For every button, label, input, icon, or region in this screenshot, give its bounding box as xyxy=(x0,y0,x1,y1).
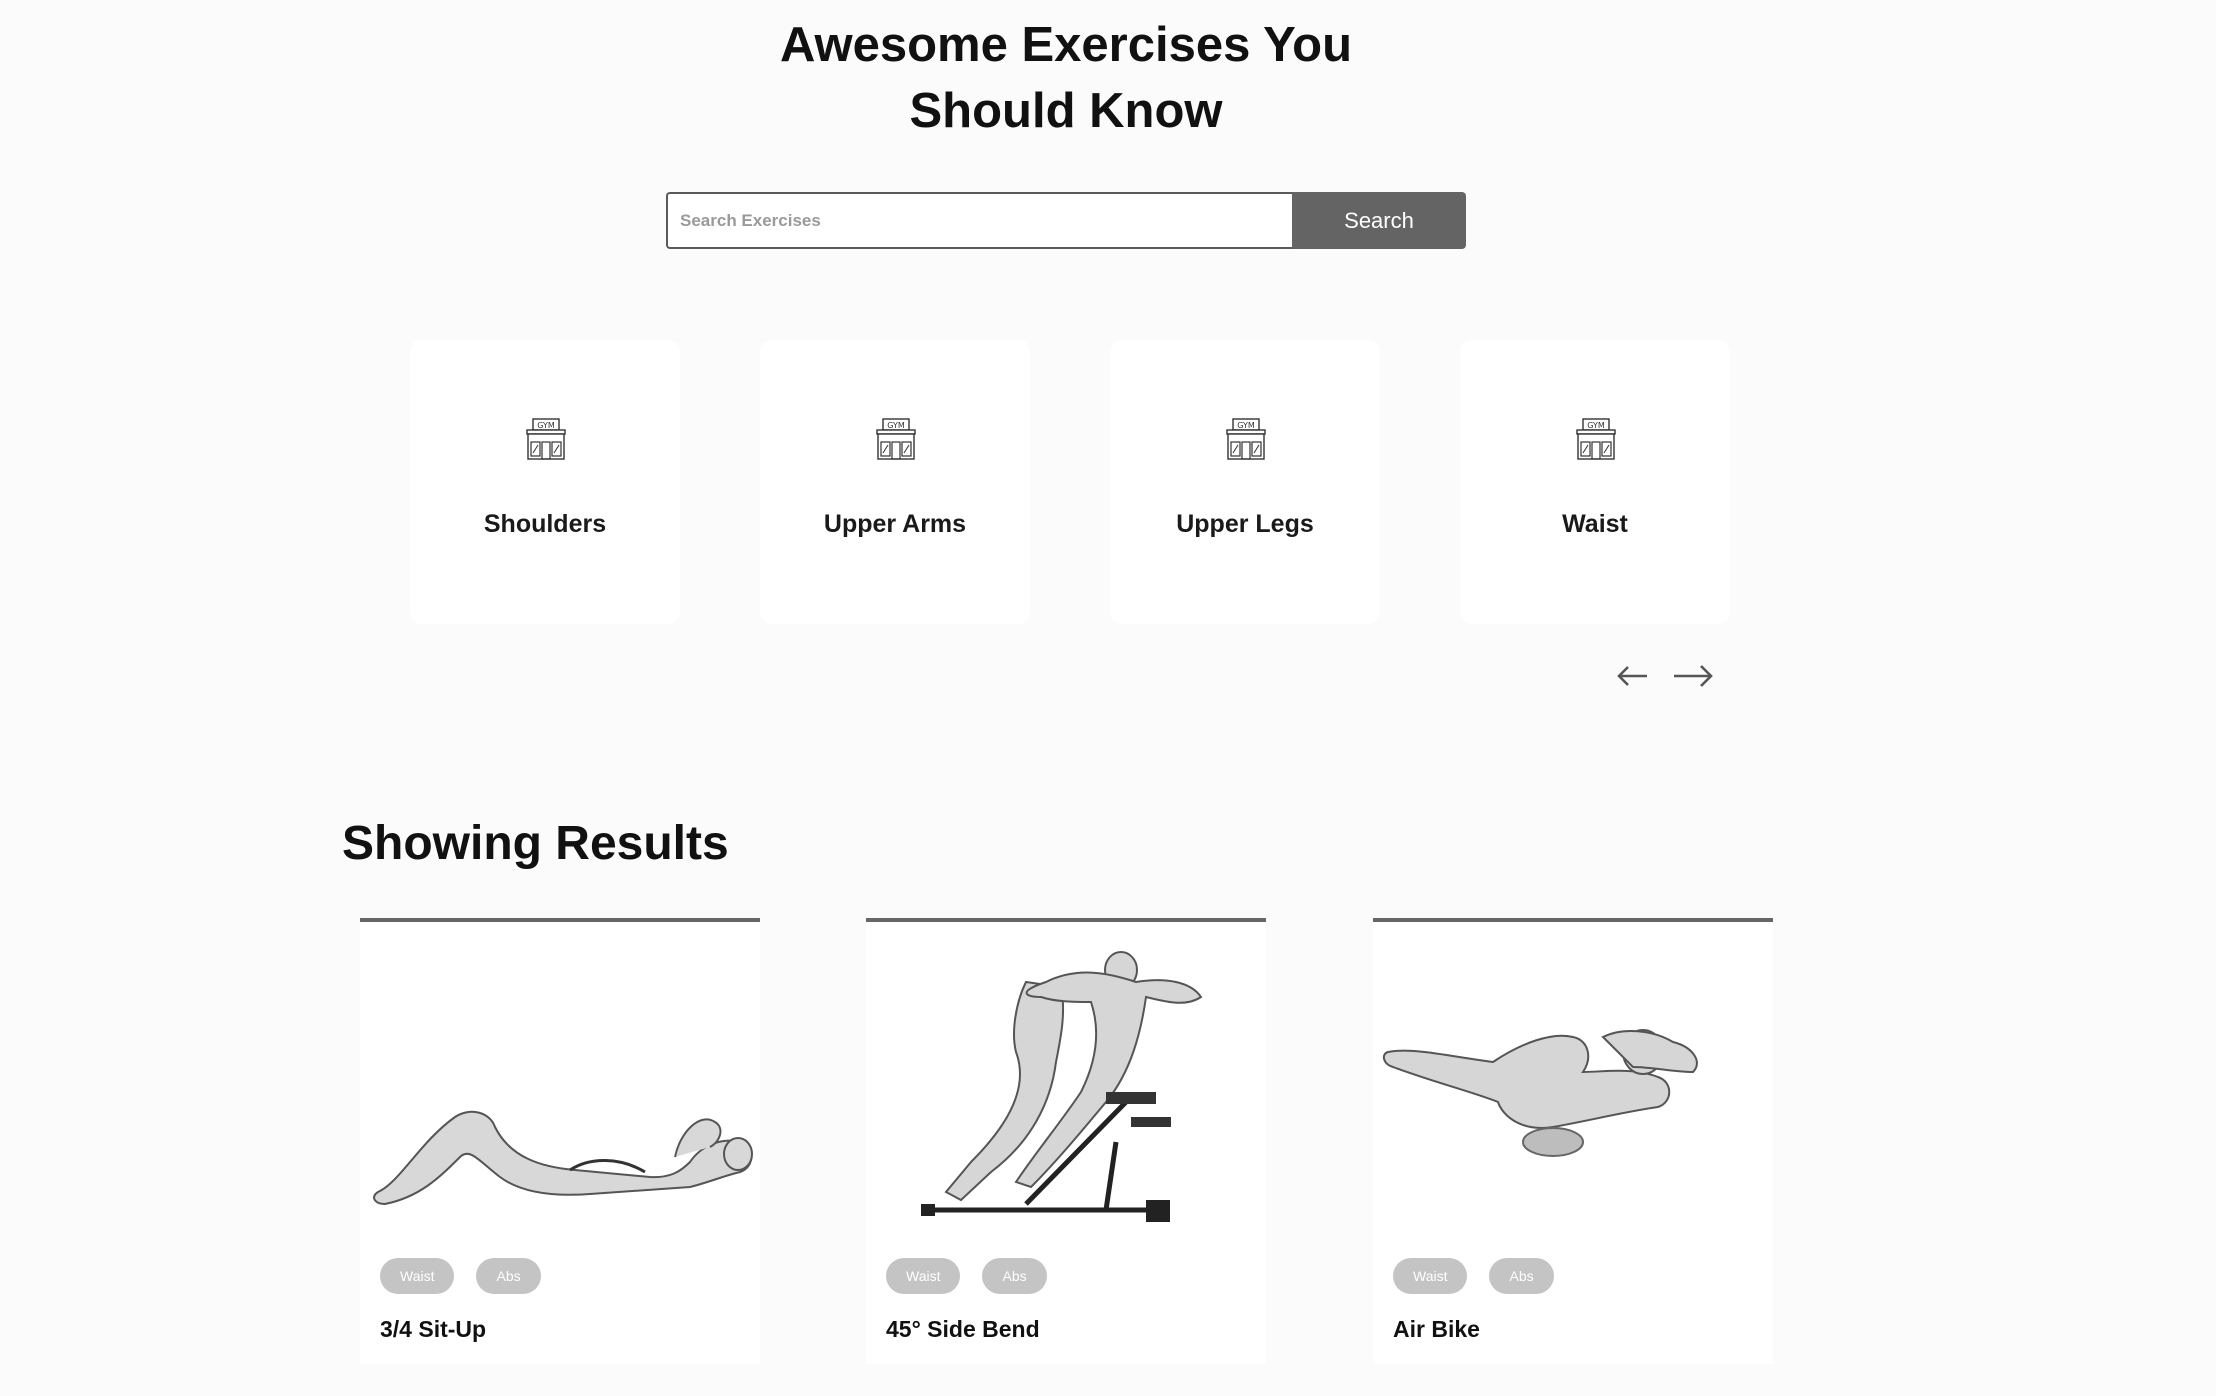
svg-text:GYM: GYM xyxy=(537,421,555,430)
page-title: Awesome Exercises You Should Know xyxy=(0,12,2132,144)
tag-list: Waist Abs xyxy=(886,1258,1047,1294)
tag-waist[interactable]: Waist xyxy=(1393,1258,1468,1294)
page-title-line-1: Awesome Exercises You xyxy=(780,18,1352,72)
gym-icon: GYM xyxy=(1226,418,1266,460)
gym-icon: GYM xyxy=(876,418,916,460)
tag-abs[interactable]: Abs xyxy=(1489,1258,1554,1294)
exercise-card-3-4-sit-up[interactable]: Waist Abs 3/4 Sit-Up xyxy=(360,918,760,1364)
category-card-upper-legs[interactable]: GYM Upper Legs xyxy=(1110,340,1380,624)
svg-text:GYM: GYM xyxy=(1587,421,1605,430)
exercise-card-45-side-bend[interactable]: Waist Abs 45° Side Bend xyxy=(866,918,1266,1364)
exercises-page: Awesome Exercises You Should Know Search… xyxy=(0,0,2216,1396)
svg-text:GYM: GYM xyxy=(887,421,905,430)
tag-abs[interactable]: Abs xyxy=(476,1258,541,1294)
gym-icon: GYM xyxy=(526,418,566,460)
tag-waist[interactable]: Waist xyxy=(380,1258,455,1294)
category-card-upper-arms[interactable]: GYM Upper Arms xyxy=(760,340,1030,624)
exercise-name: Air Bike xyxy=(1393,1316,1480,1342)
category-label: Waist xyxy=(1562,510,1628,538)
search-input[interactable] xyxy=(666,192,1292,249)
tag-list: Waist Abs xyxy=(380,1258,541,1294)
category-card-waist[interactable]: GYM Waist xyxy=(1460,340,1730,624)
exercise-illustration xyxy=(1382,1029,1698,1157)
body-part-carousel: GYM Shoulders GYM Upper Arms GYM Upper L… xyxy=(410,340,1730,624)
exercise-illustration xyxy=(373,1110,753,1206)
category-card-shoulders[interactable]: GYM Shoulders xyxy=(410,340,680,624)
tag-waist[interactable]: Waist xyxy=(886,1258,961,1294)
category-label: Upper Arms xyxy=(823,510,967,538)
exercise-name: 3/4 Sit-Up xyxy=(380,1316,487,1342)
search-button[interactable]: Search xyxy=(1292,192,1466,249)
svg-text:GYM: GYM xyxy=(1237,421,1255,430)
page-title-line-2: Should Know xyxy=(909,84,1223,138)
results-heading: Showing Results xyxy=(342,817,729,870)
arrow-left-icon[interactable] xyxy=(1616,658,1650,694)
exercise-name: 45° Side Bend xyxy=(886,1316,1040,1342)
tag-abs[interactable]: Abs xyxy=(982,1258,1047,1294)
exercise-illustration xyxy=(921,951,1203,1222)
category-label: Upper Legs xyxy=(1176,510,1314,538)
search-bar: Search xyxy=(666,192,1466,249)
arrow-right-icon[interactable] xyxy=(1672,658,1714,694)
tag-list: Waist Abs xyxy=(1393,1258,1554,1294)
gym-icon: GYM xyxy=(1576,418,1616,460)
category-label: Shoulders xyxy=(483,510,607,538)
exercise-card-air-bike[interactable]: Waist Abs Air Bike xyxy=(1373,918,1773,1364)
